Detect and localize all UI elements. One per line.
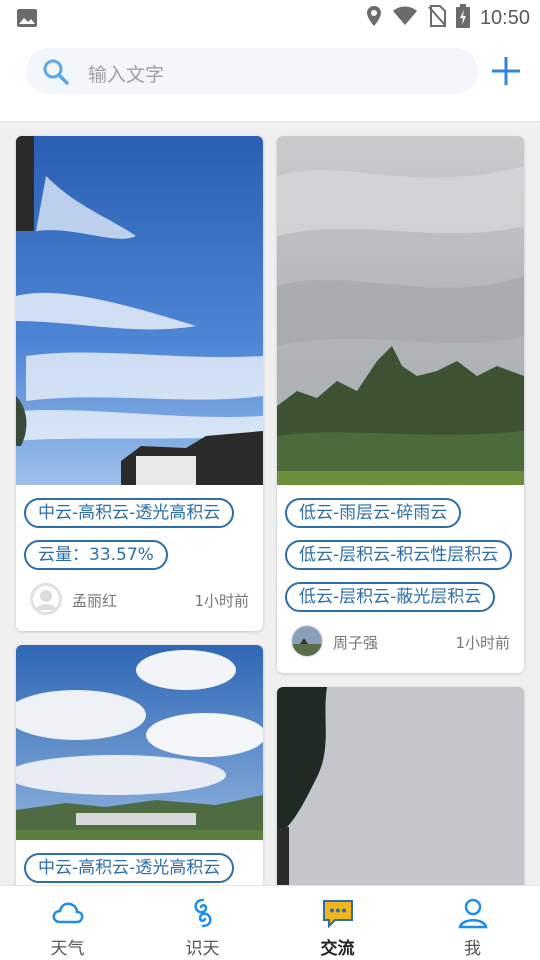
bottom-nav: 天气 识天 交流 我 — [0, 885, 540, 960]
status-bar: 10:50 — [0, 0, 540, 36]
post-photo[interactable] — [16, 645, 263, 840]
user-avatar-photo — [292, 626, 322, 656]
cloud-tag[interactable]: 低云-层积云-蔽光层积云 — [285, 582, 496, 612]
avatar[interactable] — [291, 625, 323, 657]
cloud-tag[interactable]: 中云-高积云-透光高积云 — [24, 853, 235, 883]
header: 输入文字 — [0, 36, 540, 122]
search-input[interactable]: 输入文字 — [26, 48, 478, 94]
clock: 10:50 — [479, 6, 530, 29]
nav-label: 识天 — [185, 939, 220, 959]
author-name[interactable]: 孟丽红 — [72, 590, 117, 611]
person-icon — [457, 898, 488, 929]
post-meta: 周子强 1小时前 — [291, 625, 510, 659]
nav-tab-me[interactable]: 我 — [405, 886, 540, 960]
avatar[interactable] — [30, 583, 62, 615]
cloud-tags: 中云-高积云-透光高积云 云量：33.57% — [24, 498, 235, 582]
author-name[interactable]: 周子强 — [333, 632, 378, 653]
post-time: 1小时前 — [194, 592, 249, 610]
gallery-notification-icon — [16, 8, 38, 32]
cloud-tags: 中云-高积云-透光高积云 — [24, 853, 235, 885]
wifi-icon — [392, 6, 418, 30]
cloud-icon — [52, 902, 83, 924]
nav-label: 交流 — [320, 939, 355, 959]
no-sim-icon — [428, 5, 446, 31]
search-placeholder: 输入文字 — [88, 64, 165, 86]
search-icon — [42, 58, 70, 90]
cloud-tag[interactable]: 中云-高积云-透光高积云 — [24, 498, 235, 528]
nav-label: 天气 — [50, 939, 85, 959]
post-photo[interactable] — [277, 136, 524, 485]
post-meta: 孟丽红 1小时前 — [30, 583, 249, 617]
post-card[interactable]: 中云-高积云-透光高积云 — [16, 645, 263, 885]
post-photo[interactable] — [16, 136, 263, 485]
post-photo[interactable] — [277, 687, 524, 885]
default-avatar-icon — [31, 584, 61, 614]
cloud-tags: 低云-雨层云-碎雨云 低云-层积云-积云性层积云 低云-层积云-蔽光层积云 — [285, 498, 513, 624]
nav-tab-community[interactable]: 交流 — [270, 886, 405, 960]
post-card[interactable]: 中云-高积云-透光高积云 云量：33.57% 孟丽红 1小时前 — [16, 136, 263, 631]
plus-icon — [492, 57, 520, 85]
chat-icon — [322, 900, 353, 929]
cloud-coverage-tag: 云量：33.57% — [24, 540, 168, 570]
nav-label: 我 — [464, 939, 481, 959]
post-card[interactable]: 低云-雨层云-碎雨云 低云-层积云-积云性层积云 低云-层积云-蔽光层积云 周子… — [277, 136, 524, 673]
feed: 中云-高积云-透光高积云 云量：33.57% 孟丽红 1小时前 低云-雨层云-碎… — [0, 122, 540, 885]
swirl-icon — [193, 898, 212, 928]
cloud-tag[interactable]: 低云-雨层云-碎雨云 — [285, 498, 462, 528]
nav-tab-weather[interactable]: 天气 — [0, 886, 135, 960]
battery-charging-icon — [455, 4, 470, 32]
cloud-tag[interactable]: 低云-层积云-积云性层积云 — [285, 540, 513, 570]
nav-tab-identify[interactable]: 识天 — [135, 886, 270, 960]
location-icon — [366, 5, 382, 31]
post-time: 1小时前 — [455, 634, 510, 652]
post-card[interactable] — [277, 687, 524, 885]
add-post-button[interactable] — [489, 54, 523, 88]
